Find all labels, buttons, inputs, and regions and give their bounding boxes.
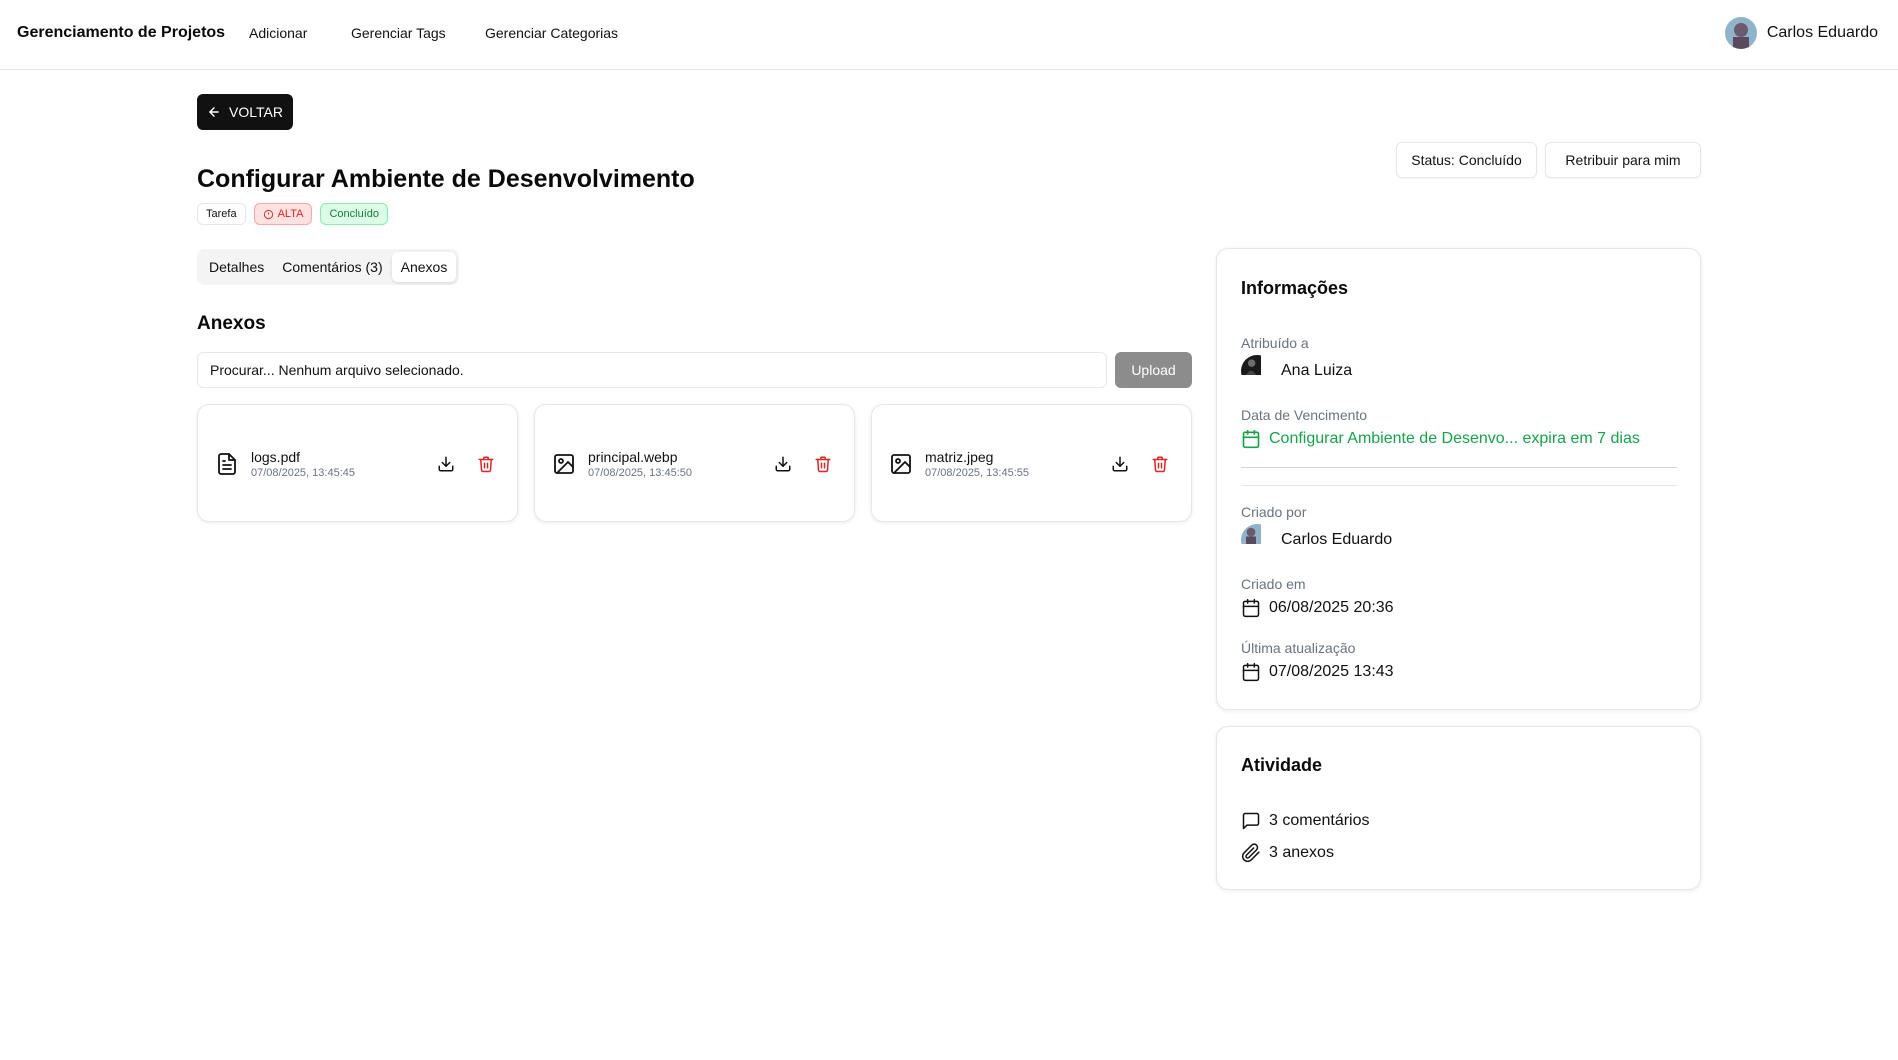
updated-at: 07/08/2025 13:43 <box>1241 662 1394 682</box>
activity-attachments: 3 anexos <box>1241 843 1334 863</box>
trash-icon[interactable] <box>1151 455 1169 473</box>
due-text: Configurar Ambiente de Desenvo... expira… <box>1269 430 1640 447</box>
status-badge-label: Concluído <box>329 208 380 220</box>
tab-detalhes[interactable]: Detalhes <box>200 252 273 282</box>
trash-icon[interactable] <box>814 455 832 473</box>
activity-card: Atividade 3 comentários 3 anexos <box>1216 726 1701 890</box>
assignee-avatar <box>1241 355 1273 387</box>
download-icon[interactable] <box>437 455 455 473</box>
divider <box>1241 467 1677 468</box>
status-button[interactable]: Status: Concluído <box>1396 142 1537 178</box>
image-icon <box>554 454 574 474</box>
creator-avatar <box>1241 524 1273 556</box>
created-at-value: 06/08/2025 20:36 <box>1269 599 1394 616</box>
file-card: matriz.jpeg 07/08/2025, 13:45:55 <box>871 404 1192 522</box>
upload-button[interactable]: Upload <box>1115 352 1192 388</box>
tab-anexos[interactable]: Anexos <box>391 252 457 282</box>
updated-at-value: 07/08/2025 13:43 <box>1269 663 1394 680</box>
image-icon <box>891 454 911 474</box>
paperclip-icon <box>1241 843 1260 863</box>
arrow-left-icon <box>209 107 219 117</box>
calendar-icon <box>1242 598 1260 618</box>
type-badge-label: Tarefa <box>206 208 237 220</box>
created-at: 06/08/2025 20:36 <box>1241 598 1394 618</box>
activity-title: Atividade <box>1241 755 1323 775</box>
alert-circle-icon <box>263 209 273 219</box>
reassign-button[interactable]: Retribuir para mim <box>1545 142 1701 178</box>
calendar-icon <box>1242 662 1260 682</box>
user-menu[interactable]: Carlos Eduardo <box>1724 17 1878 49</box>
assigned-label: Atribuído a <box>1241 335 1309 351</box>
user-avatar <box>1724 17 1757 49</box>
top-navbar: Gerenciamento de Projetos Adicionar Gere… <box>0 0 1898 70</box>
created-by-user: Carlos Eduardo <box>1241 524 1392 556</box>
nav-link-adicionar[interactable]: Adicionar <box>249 25 307 41</box>
trash-icon[interactable] <box>477 455 495 473</box>
download-icon[interactable] <box>774 455 792 473</box>
file-card: logs.pdf 07/08/2025, 13:45:45 <box>197 404 518 522</box>
calendar-icon <box>1242 429 1260 449</box>
file-date: 07/08/2025, 13:45:55 <box>925 467 1029 479</box>
download-icon[interactable] <box>1111 455 1129 473</box>
nav-link-gerenciar-categorias[interactable]: Gerenciar Categorias <box>485 25 618 41</box>
message-square-icon <box>1242 812 1260 830</box>
type-badge: Tarefa <box>197 203 246 225</box>
back-label: VOLTAR <box>229 104 283 120</box>
back-button[interactable]: VOLTAR <box>197 94 293 130</box>
file-name: principal.webp <box>588 449 678 465</box>
divider <box>1241 485 1677 486</box>
user-name: Carlos Eduardo <box>1766 24 1878 41</box>
file-date: 07/08/2025, 13:45:45 <box>251 467 355 479</box>
info-title: Informações <box>1241 278 1349 298</box>
created-at-label: Criado em <box>1241 576 1306 592</box>
updated-label: Última atualização <box>1241 640 1356 656</box>
priority-badge-label: ALTA <box>277 208 304 220</box>
brand-title[interactable]: Gerenciamento de Projetos <box>17 24 225 42</box>
task-badges: Tarefa ALTA Concluído <box>197 203 389 225</box>
comments-count: 3 comentários <box>1269 812 1370 829</box>
file-name: logs.pdf <box>251 449 301 465</box>
page-title: Configurar Ambiente de Desenvolvimento <box>197 165 695 193</box>
due-label: Data de Vencimento <box>1241 407 1368 423</box>
priority-badge: ALTA <box>253 203 313 225</box>
assigned-user: Ana Luiza <box>1241 355 1352 387</box>
activity-comments: 3 comentários <box>1241 811 1370 831</box>
file-text-icon <box>218 453 236 475</box>
created-by-label: Criado por <box>1241 504 1307 520</box>
file-date: 07/08/2025, 13:45:50 <box>588 467 692 479</box>
tab-comentarios[interactable]: Comentários (3) <box>273 252 391 282</box>
status-badge: Concluído <box>320 203 389 225</box>
attachments-title: Anexos <box>197 313 266 334</box>
creator-name: Carlos Eduardo <box>1281 531 1393 548</box>
due-date: Configurar Ambiente de Desenvo... expira… <box>1241 429 1640 449</box>
info-card: Informações Atribuído a Ana Luiza Data d… <box>1216 248 1701 710</box>
assignee-name: Ana Luiza <box>1281 362 1353 379</box>
attachments-count: 3 anexos <box>1269 844 1334 861</box>
tabs: Detalhes Comentários (3) Anexos <box>197 249 460 285</box>
file-name: matriz.jpeg <box>925 449 994 465</box>
nav-link-gerenciar-tags[interactable]: Gerenciar Tags <box>351 25 446 41</box>
file-card: principal.webp 07/08/2025, 13:45:50 <box>534 404 855 522</box>
file-input[interactable]: Procurar... Nenhum arquivo selecionado. <box>197 352 1107 388</box>
